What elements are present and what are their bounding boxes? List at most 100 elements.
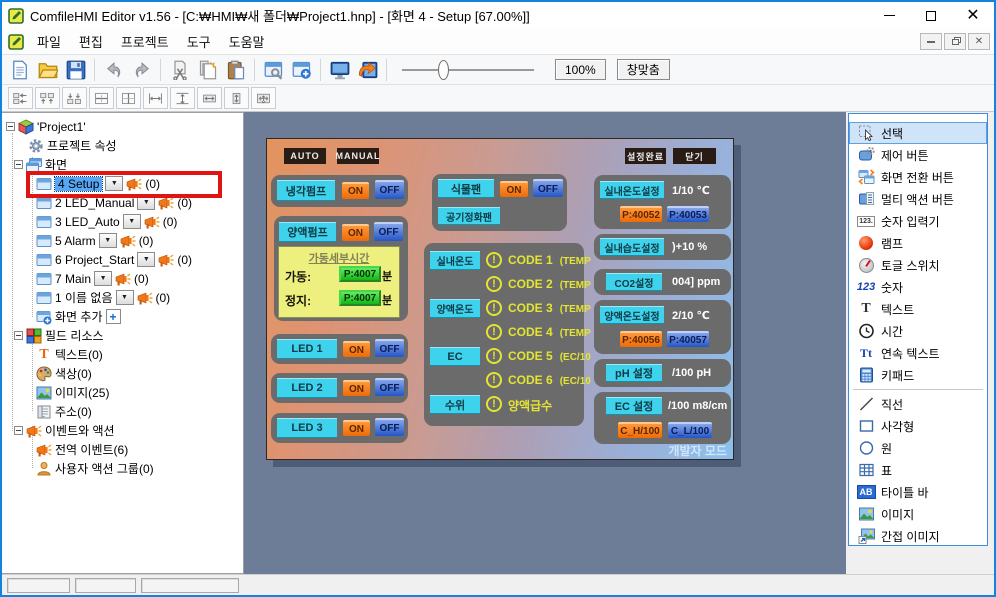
tree-node-project-properties[interactable]: 프로젝트 속성	[6, 136, 243, 155]
led2-on-button[interactable]: ON	[343, 380, 370, 396]
tree-screen-2-led-manual[interactable]: 2 LED_Manual ▼ (0)	[6, 193, 243, 212]
tool-continuous-text[interactable]: Tt연속 텍스트	[849, 342, 987, 364]
tool-title-bar[interactable]: AB타이틀 바	[849, 481, 987, 503]
tree-node-texts[interactable]: T 텍스트(0)	[6, 345, 243, 364]
alarm-megaphone-icon[interactable]	[120, 233, 136, 249]
tree-screen-1-unnamed[interactable]: 1 이름 없음 ▼ (0)	[6, 288, 243, 307]
menu-file[interactable]: 파일	[28, 28, 70, 55]
tree-node-events-actions[interactable]: 이벤트와 액션	[6, 421, 243, 440]
same-width-button[interactable]	[197, 87, 222, 109]
undo-button[interactable]	[100, 57, 127, 83]
auto-button[interactable]: AUTO	[284, 148, 326, 164]
indoor-temp-high-button[interactable]: P:40052	[620, 206, 662, 222]
simulator-button[interactable]	[260, 57, 287, 83]
tree-screen-4-setup[interactable]: 4 Setup ▼ (0)	[6, 174, 243, 193]
led1-off-button[interactable]: OFF	[375, 339, 404, 357]
same-height-button[interactable]	[224, 87, 249, 109]
screen-dropdown-button[interactable]: ▼	[123, 214, 141, 229]
new-file-button[interactable]	[6, 57, 33, 83]
tree-node-colors[interactable]: 색상(0)	[6, 364, 243, 383]
tool-circle[interactable]: 원	[849, 437, 987, 459]
menu-edit[interactable]: 편집	[70, 28, 112, 55]
tree-node-images[interactable]: 이미지(25)	[6, 383, 243, 402]
mdi-minimize-button[interactable]	[920, 33, 942, 50]
tool-image[interactable]: 이미지	[849, 503, 987, 525]
tool-lamp[interactable]: 램프	[849, 232, 987, 254]
tool-time[interactable]: 시간	[849, 320, 987, 342]
tool-screen-switch-button[interactable]: 화면 전환 버튼	[849, 166, 987, 188]
alarm-megaphone-icon[interactable]	[137, 290, 153, 306]
zoom-slider-thumb[interactable]	[438, 60, 449, 80]
maximize-button[interactable]	[910, 2, 952, 29]
cooling-pump-on-button[interactable]: ON	[342, 182, 369, 199]
tool-number[interactable]: 123숫자	[849, 276, 987, 298]
tool-line[interactable]: 직선	[849, 393, 987, 415]
center-horizontal-button[interactable]	[89, 87, 114, 109]
screen-dropdown-button[interactable]: ▼	[116, 290, 134, 305]
tree-screen-6-project-start[interactable]: 6 Project_Start ▼ (0)	[6, 250, 243, 269]
close-button[interactable]: ✕	[952, 2, 994, 29]
cut-button[interactable]	[166, 57, 193, 83]
nutrient-temp-low-button[interactable]: P:40057	[667, 331, 709, 347]
tree-node-field-resources[interactable]: 필드 리소스	[6, 326, 243, 345]
tree-screen-5-alarm[interactable]: 5 Alarm ▼ (0)	[6, 231, 243, 250]
nutrient-temp-high-button[interactable]: P:40056	[620, 331, 662, 347]
tool-toggle-switch[interactable]: 토글 스위치	[849, 254, 987, 276]
tool-table[interactable]: 표	[849, 459, 987, 481]
mdi-restore-button[interactable]	[944, 33, 966, 50]
equal-vertical-spacing-button[interactable]	[170, 87, 195, 109]
ec-high-button[interactable]: C_H/100	[618, 422, 662, 438]
tree-node-screens[interactable]: 화면	[6, 155, 243, 174]
run-minutes-button[interactable]: P:4007	[339, 266, 381, 282]
led2-off-button[interactable]: OFF	[375, 378, 404, 396]
close-screen-button[interactable]: 닫기	[673, 148, 716, 164]
tool-indirect-image[interactable]: 간접 이미지	[849, 525, 987, 547]
alarm-megaphone-icon[interactable]	[158, 252, 174, 268]
align-left-button[interactable]	[8, 87, 33, 109]
download-to-device-button[interactable]	[354, 57, 381, 83]
tool-control-button[interactable]: 제어 버튼	[849, 144, 987, 166]
tool-keypad[interactable]: 키패드	[849, 364, 987, 386]
nutrient-pump-on-button[interactable]: ON	[342, 224, 369, 241]
screen-dropdown-button[interactable]: ▼	[105, 176, 123, 191]
align-bottom-button[interactable]	[62, 87, 87, 109]
nutrient-pump-off-button[interactable]: OFF	[374, 222, 403, 241]
alarm-megaphone-icon[interactable]	[126, 176, 142, 192]
led1-on-button[interactable]: ON	[343, 341, 370, 357]
tree-node-project[interactable]: 'Project1'	[6, 117, 243, 136]
tool-multi-action-button[interactable]: 멀티 액션 버튼	[849, 188, 987, 210]
menu-tools[interactable]: 도구	[178, 28, 220, 55]
cooling-pump-off-button[interactable]: OFF	[375, 180, 404, 199]
menu-project[interactable]: 프로젝트	[112, 28, 178, 55]
align-top-button[interactable]	[35, 87, 60, 109]
zoom-slider[interactable]	[402, 60, 534, 80]
minimize-button[interactable]	[868, 2, 910, 29]
menu-help[interactable]: 도움말	[220, 28, 274, 55]
add-window-button[interactable]	[288, 57, 315, 83]
tool-text[interactable]: T텍스트	[849, 298, 987, 320]
same-size-button[interactable]	[251, 87, 276, 109]
collapse-icon[interactable]	[6, 122, 15, 131]
mdi-close-button[interactable]: ✕	[968, 33, 990, 50]
equal-horizontal-spacing-button[interactable]	[143, 87, 168, 109]
alarm-megaphone-icon[interactable]	[115, 271, 131, 287]
tree-screen-3-led-auto[interactable]: 3 LED_Auto ▼ (0)	[6, 212, 243, 231]
tree-add-screen[interactable]: 화면 추가 +	[6, 307, 243, 326]
preview-button[interactable]	[326, 57, 353, 83]
screen-dropdown-button[interactable]: ▼	[137, 252, 155, 267]
paste-button[interactable]	[222, 57, 249, 83]
indoor-temp-low-button[interactable]: P:40053	[667, 206, 709, 222]
fit-window-button[interactable]: 창맞춤	[617, 59, 670, 80]
save-button[interactable]	[62, 57, 89, 83]
redo-button[interactable]	[128, 57, 155, 83]
manual-button[interactable]: MANUAL	[337, 148, 379, 164]
alarm-megaphone-icon[interactable]	[158, 195, 174, 211]
collapse-icon[interactable]	[14, 426, 23, 435]
plant-fan-off-button[interactable]: OFF	[533, 179, 563, 197]
add-screen-plus-button[interactable]: +	[106, 309, 121, 324]
screen-dropdown-button[interactable]: ▼	[99, 233, 117, 248]
collapse-icon[interactable]	[14, 331, 23, 340]
alarm-megaphone-icon[interactable]	[144, 214, 160, 230]
stop-minutes-button[interactable]: P:4007	[339, 290, 381, 306]
tool-number-input[interactable]: 123.숫자 입력기	[849, 210, 987, 232]
